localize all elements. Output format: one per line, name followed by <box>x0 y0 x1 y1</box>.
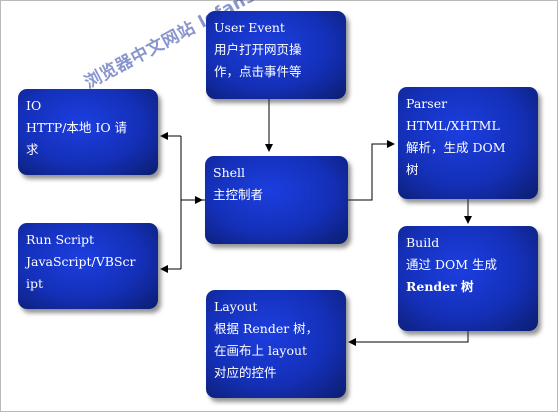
node-build: Build 通过 DOM 生成 Render 树 <box>398 226 538 331</box>
node-user-event: User Event 用户打开网页操 作，点击事件等 <box>206 11 346 99</box>
node-user-event-line-2: 作，点击事件等 <box>214 64 302 79</box>
node-layout-line-1: 根据 Render 树， <box>214 321 319 336</box>
node-run-script-title: Run Script <box>26 232 95 247</box>
node-shell: Shell 主控制者 <box>205 156 348 244</box>
node-run-script: Run Script JavaScript/VBScr ipt <box>18 223 158 309</box>
node-user-event-line-1: 用户打开网页操 <box>214 42 302 57</box>
node-parser: Parser HTML/XHTML 解析，生成 DOM 树 <box>398 87 538 199</box>
connector-shell-bracket <box>180 136 205 269</box>
arrow-build-to-layout <box>348 331 469 346</box>
node-parser-line-3: 树 <box>406 162 419 177</box>
node-layout: Layout 根据 Render 树， 在画布上 layout 对应的控件 <box>206 290 346 398</box>
node-io-title: IO <box>26 98 42 113</box>
node-build-line-2: Render 树 <box>406 279 474 294</box>
node-build-title: Build <box>406 235 440 250</box>
node-run-script-line-2: ipt <box>26 276 44 291</box>
node-layout-line-3: 对应的控件 <box>214 365 277 380</box>
node-io-line-2: 求 <box>26 142 39 157</box>
node-io: IO HTTP/本地 IO 请 求 <box>18 89 158 175</box>
node-io-line-1: HTTP/本地 IO 请 <box>26 120 128 135</box>
node-parser-line-2: 解析，生成 DOM <box>406 140 506 155</box>
arrow-shell-to-parser <box>348 140 395 201</box>
node-parser-line-1: HTML/XHTML <box>406 118 500 133</box>
node-shell-title: Shell <box>213 165 246 180</box>
node-layout-line-2: 在画布上 layout <box>214 343 308 358</box>
node-shell-line-1: 主控制者 <box>213 187 264 202</box>
flow-diagram: 浏览器中文网站 lefans.net User Event 用户打开网页操 作，… <box>0 0 558 412</box>
node-run-script-line-1: JavaScript/VBScr <box>26 254 136 269</box>
node-layout-title: Layout <box>214 299 258 314</box>
node-build-line-1: 通过 DOM 生成 <box>406 257 498 272</box>
node-user-event-title: User Event <box>214 20 285 35</box>
node-parser-title: Parser <box>406 96 448 111</box>
